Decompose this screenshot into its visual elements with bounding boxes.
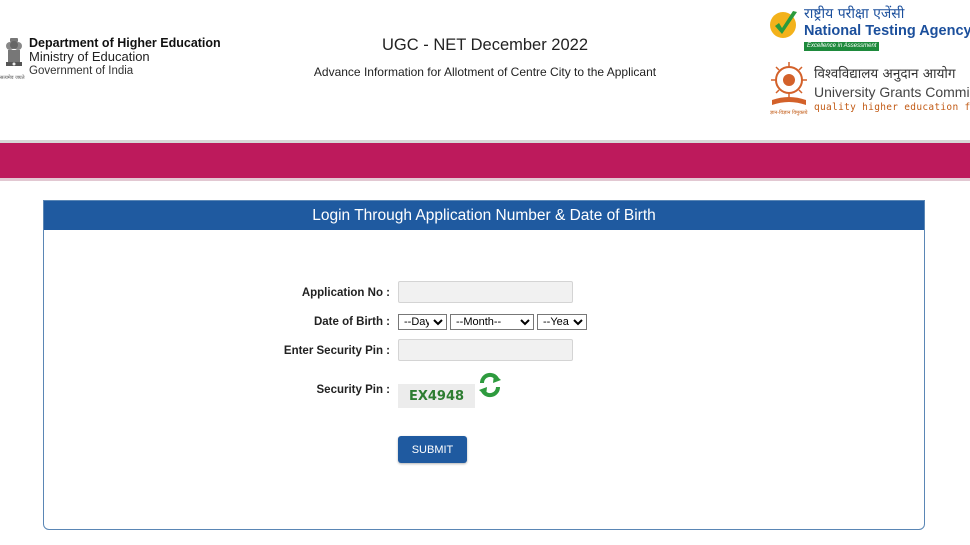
department-name: Department of Higher Education (29, 36, 221, 50)
dob-month-select[interactable]: --Month-- (450, 314, 534, 330)
nta-hindi-name: राष्ट्रीय परीक्षा एजेंसी (804, 6, 905, 22)
nta-english-name: National Testing Agency (804, 23, 970, 39)
dob-label: Date of Birth : (313, 316, 390, 328)
dob-day-select[interactable]: --Day-- (398, 314, 447, 330)
title-block: UGC - NET December 2022 Advance Informat… (200, 36, 770, 79)
ugc-tagline: quality higher education for all (814, 102, 970, 113)
dob-year-select[interactable]: --Year-- (537, 314, 587, 330)
application-no-input[interactable] (398, 281, 573, 303)
ministry-block: Department of Higher Education Ministry … (3, 36, 221, 80)
application-no-label: Application No : (301, 287, 390, 299)
ugc-logo-caption: ज्ञान-विज्ञान विमुक्तये (770, 110, 808, 116)
ugc-logo-block: विश्वविद्यालय अनुदान आयोग University Gra… (768, 58, 970, 124)
nta-check-logo-icon (770, 11, 797, 38)
enter-security-pin-label: Enter Security Pin : (283, 345, 390, 357)
page-header: Department of Higher Education Ministry … (0, 0, 970, 140)
page-title: UGC - NET December 2022 (381, 36, 589, 54)
ugc-hindi-name: विश्वविद्यालय अनुदान आयोग (814, 66, 956, 82)
captcha-image: EX4948 (398, 384, 475, 408)
nta-logo-block: राष्ट्रीय परीक्षा एजेंसी National Testin… (768, 4, 970, 54)
security-pin-label: Security Pin : (316, 384, 391, 396)
login-panel: Login Through Application Number & Date … (43, 200, 925, 530)
nta-tagline: Excellence in Assessment (804, 42, 880, 51)
color-band-shadow (0, 178, 970, 181)
government-name: Government of India (29, 65, 134, 77)
refresh-icon[interactable] (478, 371, 502, 399)
page-subtitle: Advance Information for Allotment of Cen… (313, 65, 657, 79)
login-panel-heading: Login Through Application Number & Date … (44, 201, 924, 230)
national-emblem-icon (4, 38, 24, 70)
emblem-caption: सत्यमेव जयते (0, 75, 25, 81)
security-pin-input[interactable] (398, 339, 573, 361)
ministry-name: Ministry of Education (29, 49, 150, 64)
submit-button[interactable]: SUBMIT (398, 436, 467, 463)
ugc-english-name: University Grants Commission (814, 84, 970, 100)
color-band (0, 143, 970, 178)
